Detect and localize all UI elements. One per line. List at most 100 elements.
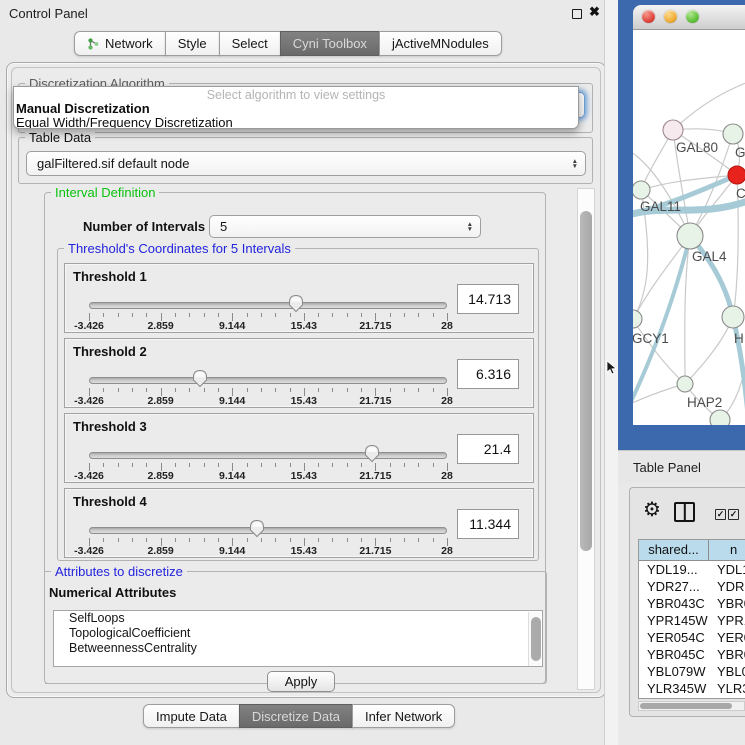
table-row[interactable]: YPR145WYPR1 [639, 612, 745, 629]
combo-stepper-icon: ▲▼ [572, 159, 578, 169]
tab-impute-data[interactable]: Impute Data [143, 704, 240, 728]
table-row[interactable]: YIL052CYIL0 [639, 697, 745, 699]
cell-shared-name[interactable]: YER054C [639, 629, 709, 646]
numerical-attributes-list[interactable]: SelfLoopsTopologicalCoefficientBetweenne… [53, 610, 543, 667]
threshold-slider-thumb[interactable] [249, 519, 265, 538]
table-hscrollbar-track[interactable] [638, 701, 745, 711]
table-hscrollbar-thumb[interactable] [640, 703, 732, 709]
node-bottom[interactable] [710, 410, 730, 425]
threshold-value-field[interactable]: 11.344 [457, 509, 519, 539]
node-top-right[interactable] [723, 124, 743, 144]
node-red[interactable] [728, 166, 745, 184]
cell-name[interactable]: YDL1 [709, 561, 745, 578]
cell-shared-name[interactable]: YLR345W [639, 680, 709, 697]
slider-tick [332, 463, 333, 467]
tab-label: Discretize Data [252, 705, 340, 728]
slider-tick [146, 313, 147, 317]
node-label: HAP2 [687, 395, 722, 410]
tab-discretize-data[interactable]: Discretize Data [239, 704, 353, 728]
node-gal11[interactable] [633, 181, 650, 199]
threshold-slider-track[interactable] [89, 527, 447, 534]
split-columns-icon[interactable] [674, 502, 695, 522]
attributes-scrollbar-thumb[interactable] [531, 617, 541, 661]
cell-name[interactable]: YDR2 [709, 578, 745, 595]
slider-tick [218, 388, 219, 392]
tab-select[interactable]: Select [219, 31, 281, 56]
tab-jactivemnodules[interactable]: jActiveMNodules [379, 31, 502, 56]
table-row[interactable]: YLR345WYLR3 [639, 680, 745, 697]
attribute-list-item[interactable]: TopologicalCoefficient [54, 626, 542, 641]
algorithm-option-manual[interactable]: Manual Discretization [16, 101, 150, 116]
algorithm-option-equal-width[interactable]: Equal Width/Frequency Discretization [16, 115, 233, 129]
slider-tick [361, 538, 362, 542]
minimize-traffic-light[interactable] [664, 10, 677, 23]
network-window-titlebar[interactable] [633, 5, 745, 30]
tab-network[interactable]: Network [74, 31, 166, 56]
cell-name[interactable]: YBR0 [709, 646, 745, 663]
threshold-value-field[interactable]: 14.713 [457, 284, 519, 314]
network-view-window: GAL80 GA C GAL11 GAL4 GCY1 H HAP2 [618, 0, 745, 450]
cell-name[interactable]: YPR1 [709, 612, 745, 629]
cell-shared-name[interactable]: YIL052C [639, 697, 709, 699]
threshold-slider-track[interactable] [89, 452, 447, 459]
node-hap2[interactable] [677, 376, 693, 392]
network-canvas[interactable]: GAL80 GA C GAL11 GAL4 GCY1 H HAP2 [633, 30, 745, 425]
cell-shared-name[interactable]: YPR145W [639, 612, 709, 629]
node-table[interactable]: shared... n YDL19...YDL1YDR27...YDR2YBR0… [638, 539, 745, 699]
threshold-value-field[interactable]: 21.4 [457, 434, 519, 464]
threshold-slider-track[interactable] [89, 302, 447, 309]
column-header-shared-name[interactable]: shared... [639, 540, 709, 560]
cell-name[interactable]: YBL0 [709, 663, 745, 680]
table-row[interactable]: YER054CYER0 [639, 629, 745, 646]
cell-shared-name[interactable]: YDL19... [639, 561, 709, 578]
table-data-combo[interactable]: galFiltered.sif default node ▲▼ [26, 151, 586, 176]
threshold-slider-thumb[interactable] [364, 444, 380, 463]
threshold-value-field[interactable]: 6.316 [457, 359, 519, 389]
node-gal4[interactable] [677, 223, 703, 249]
cell-shared-name[interactable]: YBR043C [639, 595, 709, 612]
close-traffic-light[interactable] [642, 10, 655, 23]
table-row[interactable]: YBL079WYBL0 [639, 663, 745, 680]
threshold-slider-track[interactable] [89, 377, 447, 384]
top-tab-bar: Network Style Select Cyni Toolbox jActiv… [74, 31, 502, 56]
node-gcy1[interactable] [633, 310, 642, 328]
apply-button[interactable]: Apply [267, 671, 335, 692]
main-scrollbar-track[interactable] [577, 188, 595, 690]
table-row[interactable]: YBR043CYBR0 [639, 595, 745, 612]
threshold-slider-thumb[interactable] [288, 294, 304, 313]
slider-tick [275, 388, 276, 392]
threshold-panel: Threshold 2-3.4262.8599.14415.4321.71528… [64, 338, 534, 408]
main-scrollbar-thumb[interactable] [580, 211, 592, 551]
slider-tick-label: -3.426 [74, 320, 104, 332]
cell-name[interactable]: YER0 [709, 629, 745, 646]
cell-shared-name[interactable]: YDR27... [639, 578, 709, 595]
node-h[interactable] [722, 306, 744, 328]
node-gal80[interactable] [663, 120, 683, 140]
table-row[interactable]: YDL19...YDL1 [639, 561, 745, 578]
table-row[interactable]: YDR27...YDR2 [639, 578, 745, 595]
slider-tick-label: -3.426 [74, 545, 104, 557]
attribute-list-item[interactable]: SelfLoops [54, 611, 542, 626]
cell-name[interactable]: YBR0 [709, 595, 745, 612]
tab-infer-network[interactable]: Infer Network [352, 704, 455, 728]
zoom-traffic-light[interactable] [686, 10, 699, 23]
checkbox-icon[interactable]: ✓ [728, 509, 739, 520]
cell-shared-name[interactable]: YBR045C [639, 646, 709, 663]
tab-style[interactable]: Style [165, 31, 220, 56]
cell-name[interactable]: YIL0 [709, 697, 745, 699]
table-row[interactable]: YBR045CYBR0 [639, 646, 745, 663]
cell-name[interactable]: YLR3 [709, 680, 745, 697]
threshold-slider-thumb[interactable] [192, 369, 208, 388]
close-icon[interactable]: ✖ [589, 4, 600, 20]
cell-shared-name[interactable]: YBL079W [639, 663, 709, 680]
float-window-icon[interactable] [572, 9, 582, 19]
slider-tick-label: 21.715 [359, 320, 391, 332]
gear-icon[interactable]: ⚙ [643, 500, 661, 520]
column-header-name[interactable]: n [709, 540, 745, 560]
tab-cyni-toolbox[interactable]: Cyni Toolbox [280, 31, 380, 56]
checkbox-icon[interactable]: ✓ [715, 509, 726, 520]
number-of-intervals-combo[interactable]: 5 ▲▼ [209, 215, 481, 238]
attribute-list-item[interactable]: BetweennessCentrality [54, 641, 542, 656]
group-title: Table Data [25, 130, 95, 145]
attributes-scrollbar-track[interactable] [528, 612, 541, 667]
